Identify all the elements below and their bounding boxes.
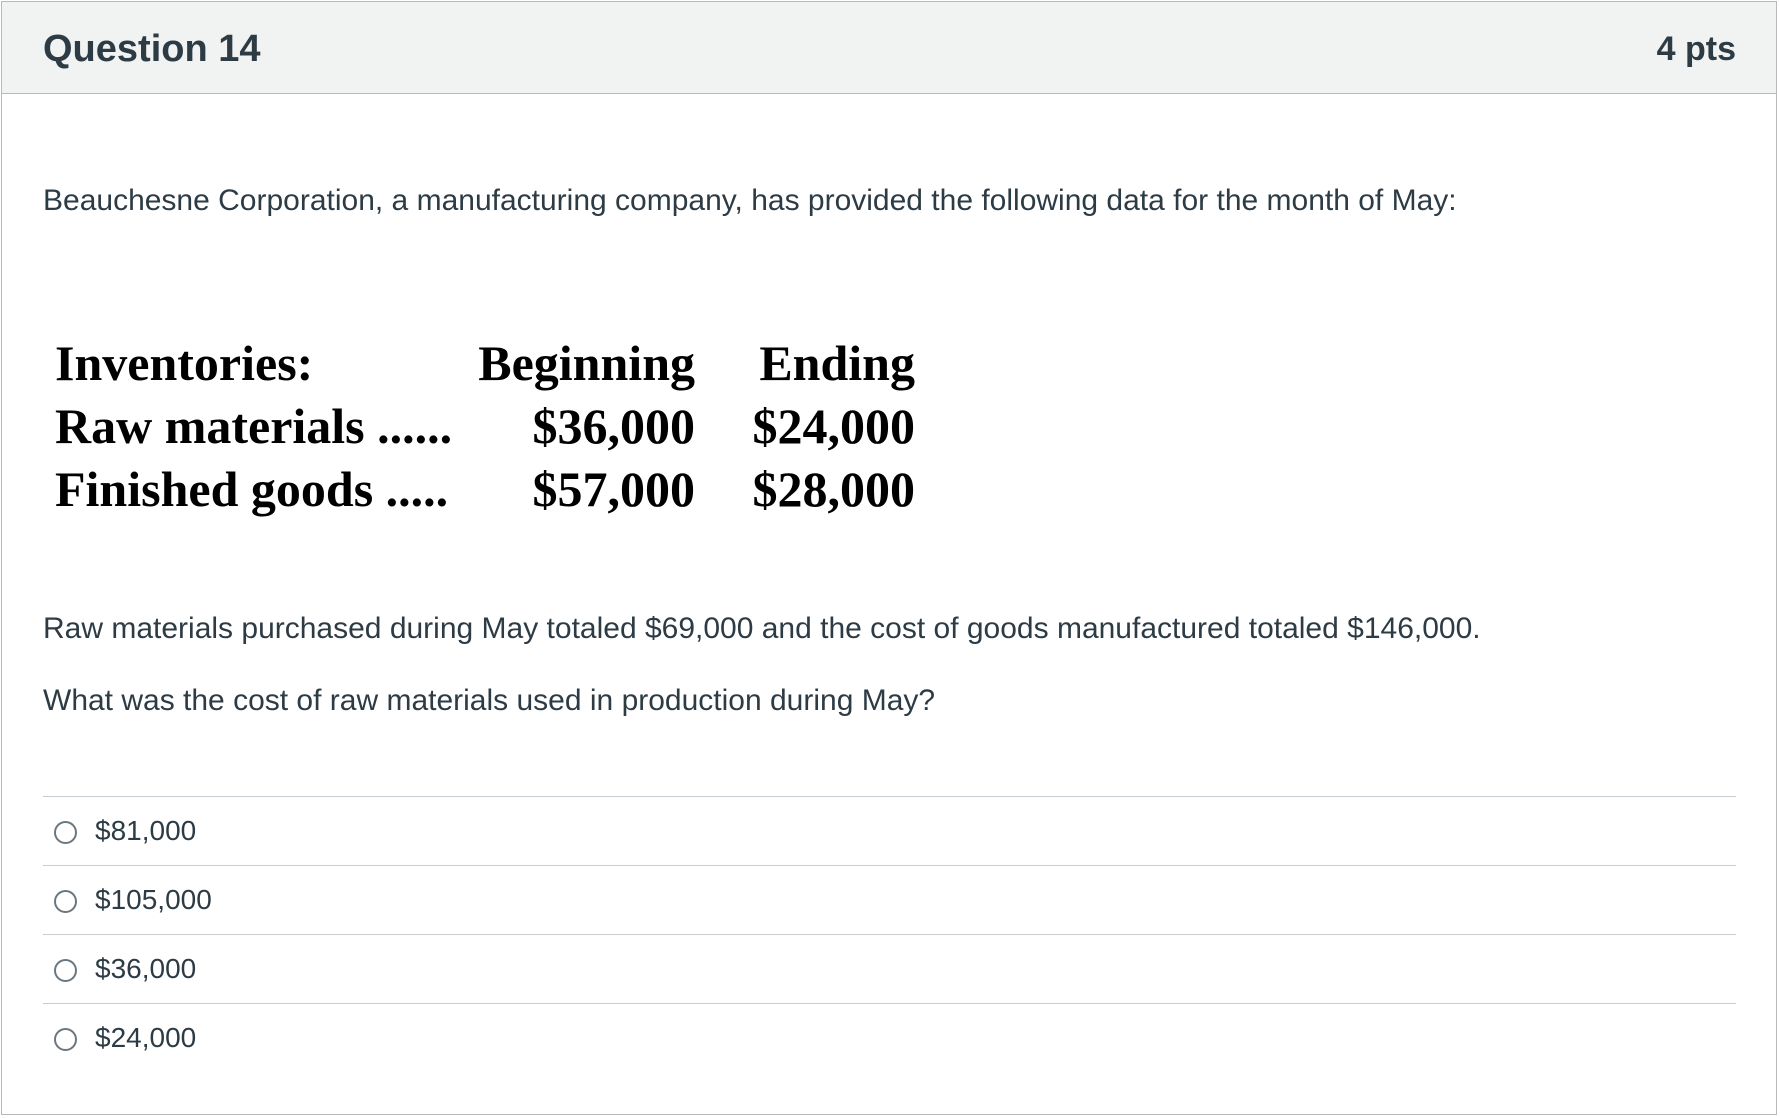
answer-label[interactable]: $24,000 bbox=[95, 1022, 196, 1054]
question-header: Question 14 4 pts bbox=[2, 2, 1776, 94]
inventory-row-ending: $28,000 bbox=[752, 461, 916, 517]
answer-option[interactable]: $81,000 bbox=[43, 797, 1736, 866]
inventory-header-beginning: Beginning bbox=[478, 335, 695, 391]
inventory-row-ending: $24,000 bbox=[752, 398, 916, 454]
inventory-table-image: Inventories: Beginning Ending Raw materi… bbox=[55, 334, 1055, 534]
answer-label[interactable]: $81,000 bbox=[95, 815, 196, 847]
inventory-header-ending: Ending bbox=[759, 335, 915, 391]
inventory-row-label: Finished goods ..... bbox=[55, 461, 449, 517]
question-prompt: What was the cost of raw materials used … bbox=[43, 684, 936, 717]
inventory-header-label: Inventories: bbox=[55, 335, 314, 391]
radio-button[interactable] bbox=[54, 959, 77, 982]
answer-label[interactable]: $36,000 bbox=[95, 953, 196, 985]
answer-option[interactable]: $24,000 bbox=[43, 1004, 1736, 1073]
inventory-row-beginning: $57,000 bbox=[532, 461, 696, 517]
radio-button[interactable] bbox=[54, 890, 77, 913]
inventory-row-beginning: $36,000 bbox=[532, 398, 696, 454]
question-intro: Beauchesne Corporation, a manufacturing … bbox=[43, 184, 1457, 217]
question-card: Question 14 4 pts Beauchesne Corporation… bbox=[1, 1, 1777, 1115]
answer-label[interactable]: $105,000 bbox=[95, 884, 212, 916]
inventory-row-label: Raw materials ...... bbox=[55, 398, 453, 454]
radio-button[interactable] bbox=[54, 1028, 77, 1051]
question-paragraph: Raw materials purchased during May total… bbox=[43, 612, 1481, 645]
answer-list: $81,000 $105,000 $36,000 $24,000 bbox=[43, 796, 1736, 1073]
question-points: 4 pts bbox=[1656, 30, 1736, 68]
answer-option[interactable]: $105,000 bbox=[43, 866, 1736, 935]
question-title: Question 14 bbox=[43, 28, 261, 70]
answer-option[interactable]: $36,000 bbox=[43, 935, 1736, 1004]
radio-button[interactable] bbox=[54, 821, 77, 844]
